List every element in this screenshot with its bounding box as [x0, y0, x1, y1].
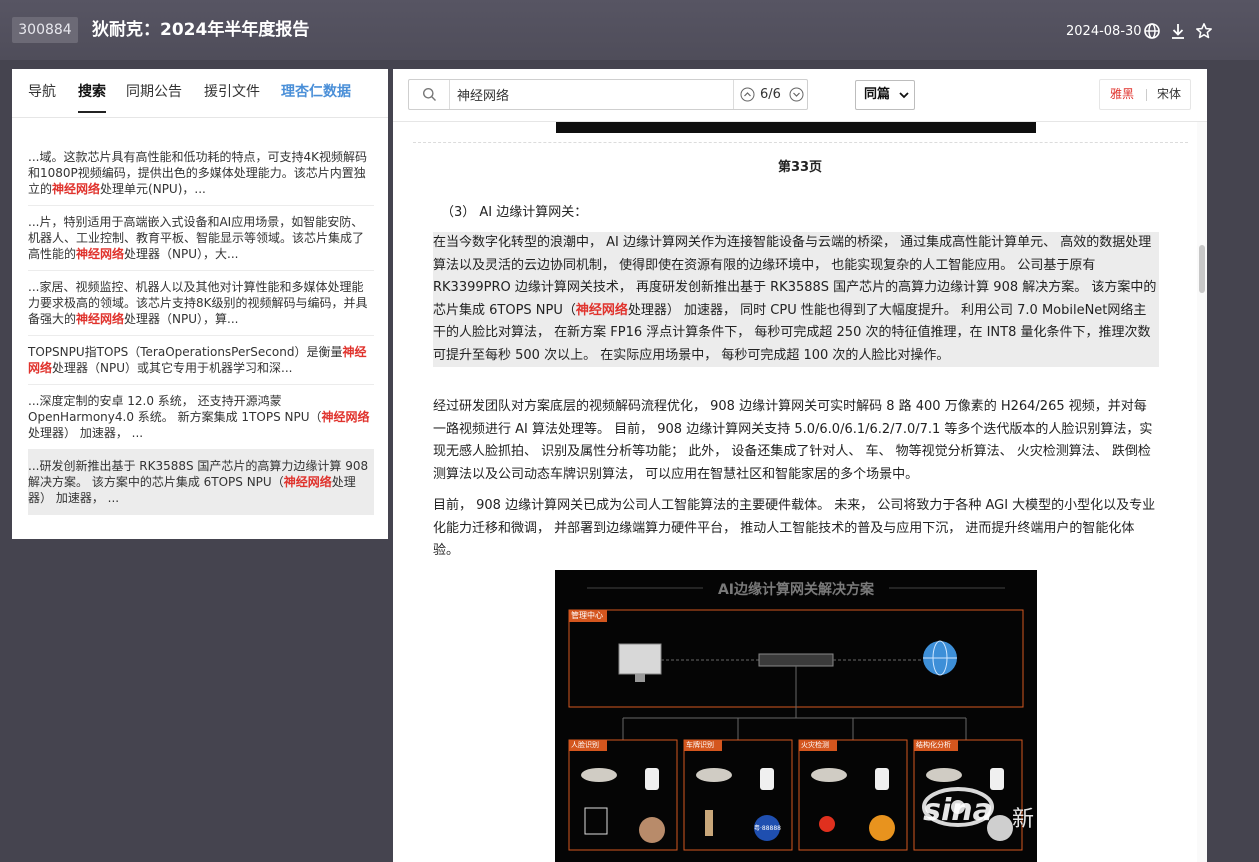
search-result-item-selected[interactable]: ...研发创新推出基于 RK3588S 国产芯片的高算力边缘计算 908 解决方… — [28, 450, 374, 515]
search-input[interactable] — [457, 85, 727, 104]
font-option-songti[interactable]: 宋体 — [1157, 86, 1181, 103]
keyword-highlight: 神经网络 — [52, 182, 101, 196]
search-result-item[interactable]: ...片，特别适用于高端嵌入式设备和AI应用场景，如智能安防、机器人、工业控制、… — [28, 206, 374, 271]
tab-same-period-announcements[interactable]: 同期公告 — [126, 83, 182, 101]
search-result-item[interactable]: ...域。这款芯片具有高性能和低功耗的特点，可支持4K视频解码和1080P视频编… — [28, 141, 374, 206]
font-option-yahei[interactable]: 雅黑 — [1110, 86, 1134, 103]
search-result-item[interactable]: TOPSNPU指TOPS（TeraOperationsPerSecond）是衡量… — [28, 336, 374, 385]
keyword-highlight: 神经网络 — [76, 247, 125, 261]
figure-sub-label: 人脸识别 — [571, 741, 599, 749]
figure-title: AI边缘计算网关解决方案 — [717, 582, 875, 598]
search-result-item[interactable]: ...深度定制的安卓 12.0 系统， 还支持开源鸿蒙 OpenHarmony4… — [28, 385, 374, 450]
tab-navigation[interactable]: 导航 — [28, 83, 56, 101]
paragraph: 经过研发团队对方案底层的视频解码流程优化， 908 边缘计算网关可实时解码 8 … — [433, 399, 1153, 482]
keyword-highlight: 神经网络 — [76, 312, 125, 326]
document-content: 第33页 （3） AI 边缘计算网关： 在当今数字化转型的浪潮中， AI 边缘计… — [393, 121, 1207, 862]
search-scope-select[interactable]: 同篇 — [855, 80, 915, 110]
figure-sub-label: 结构化分析 — [916, 741, 951, 749]
keyword-highlight: 神经网络 — [575, 302, 628, 318]
page-number-label: 第33页 — [777, 160, 823, 175]
search-navigation: 6/6 — [733, 80, 809, 109]
top-bar: 300884 狄耐克：2024年半年度报告 2024-08-30 — [0, 0, 1259, 60]
highlighted-paragraph: 在当今数字化转型的浪潮中， AI 边缘计算网关作为连接智能设备与云端的桥梁， 通… — [433, 232, 1159, 367]
search-button[interactable] — [409, 80, 450, 109]
paragraph: 目前， 908 边缘计算网关已成为公司人工智能算法的主要硬件载体。 未来， 公司… — [433, 498, 1156, 558]
font-switch: 雅黑 宋体 — [1099, 79, 1191, 110]
next-match-icon[interactable] — [789, 87, 804, 102]
watermark-text: 新浪财经社区 — [1012, 807, 1163, 832]
document-viewer: 6/6 同篇 雅黑 宋体 第33页 （3） AI 边缘计算网关： 在当今数字化转… — [393, 69, 1207, 862]
document-title: 狄耐克：2024年半年度报告 — [92, 20, 310, 40]
search-icon — [423, 88, 436, 101]
viewer-toolbar: 6/6 同篇 雅黑 宋体 — [393, 69, 1207, 122]
panel-tabs: 导航 搜索 同期公告 援引文件 理杏仁数据 — [12, 69, 388, 118]
download-icon[interactable] — [1169, 22, 1187, 40]
star-icon[interactable] — [1195, 22, 1213, 40]
tab-search[interactable]: 搜索 — [78, 83, 106, 113]
figure-sub-label: 车牌识别 — [686, 741, 714, 749]
previous-figure-edge — [556, 121, 1036, 133]
figure-plate-text: 粤·88888 — [754, 825, 781, 832]
chevron-down-icon — [899, 92, 909, 99]
keyword-highlight: 神经网络 — [321, 410, 370, 424]
figure-sub-label: 火灾检测 — [801, 741, 829, 749]
search-panel: 导航 搜索 同期公告 援引文件 理杏仁数据 ...域。这款芯片具有高性能和低功耗… — [12, 69, 388, 539]
search-results-list: ...域。这款芯片具有高性能和低功耗的特点，可支持4K视频解码和1080P视频编… — [28, 117, 374, 515]
scrollbar-thumb[interactable] — [1199, 245, 1205, 293]
section-heading: （3） AI 边缘计算网关： — [441, 205, 588, 220]
divider — [1146, 89, 1147, 101]
page-separator — [413, 142, 1188, 143]
tab-cited-documents[interactable]: 援引文件 — [204, 83, 260, 101]
search-result-item[interactable]: ...家居、视频监控、机器人以及其他对计算性能和多媒体处理能力要求极高的领域。该… — [28, 271, 374, 336]
previous-match-icon[interactable] — [740, 87, 755, 102]
document-date: 2024-08-30 — [1066, 24, 1142, 39]
sina-brand-text: sina — [923, 793, 993, 828]
scrollbar-track[interactable] — [1197, 121, 1207, 862]
globe-icon[interactable] — [1143, 22, 1161, 40]
search-box: 6/6 — [408, 79, 808, 110]
match-count: 6/6 — [760, 87, 781, 102]
keyword-highlight: 神经网络 — [283, 475, 332, 489]
sina-finance-watermark: sina 新浪财经社区 — [908, 773, 1218, 843]
stock-code-badge: 300884 — [12, 17, 78, 43]
tab-lixinger-data[interactable]: 理杏仁数据 — [281, 83, 351, 101]
figure-management-label: 管理中心 — [571, 611, 603, 620]
